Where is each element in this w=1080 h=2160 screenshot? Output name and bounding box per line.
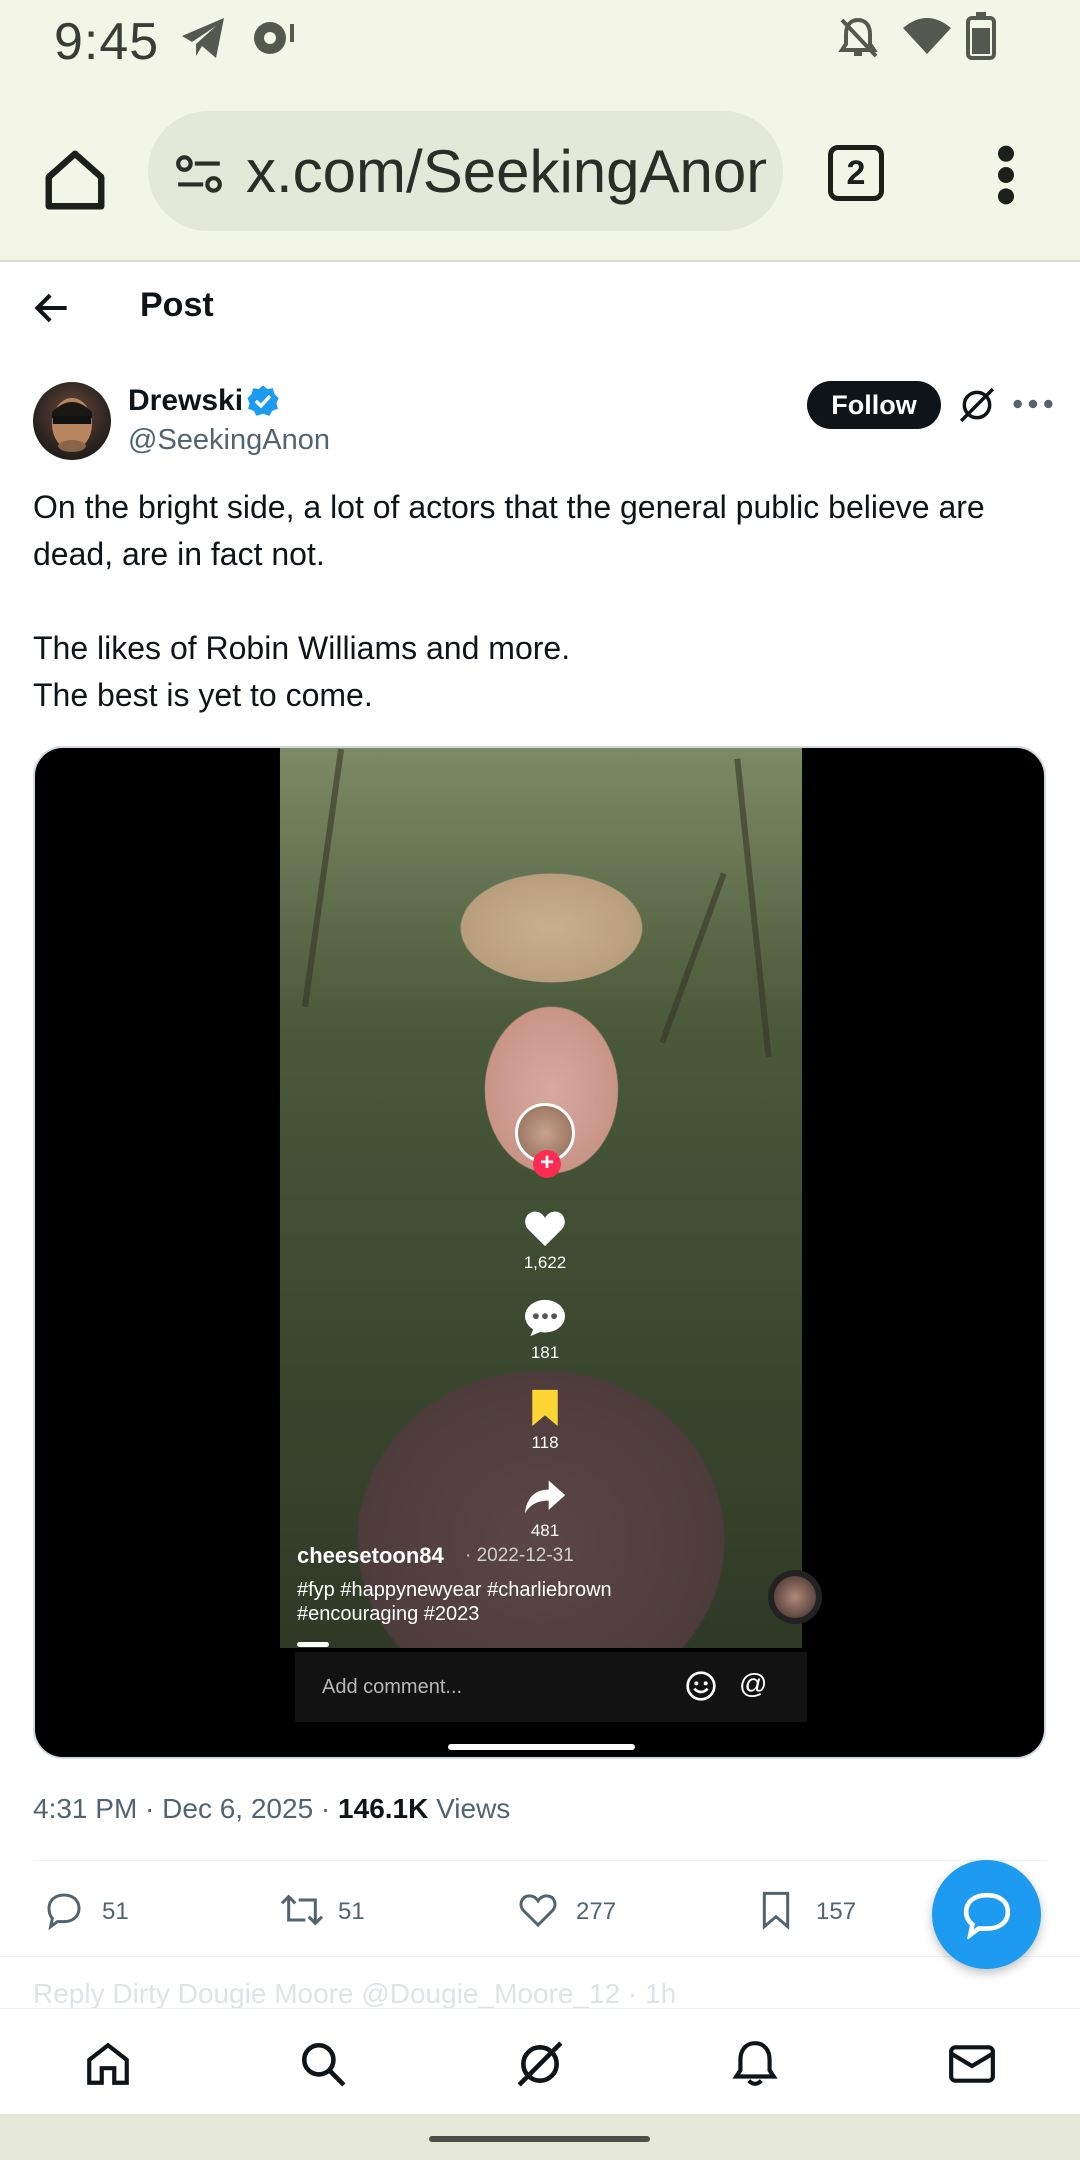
post-meta: 4:31 PM · Dec 6, 2025 · 146.1K Views — [33, 1793, 510, 1825]
save-count: 118 — [531, 1433, 559, 1452]
post-timestamp: 4:31 PM · Dec 6, 2025 · — [33, 1793, 339, 1824]
site-settings-icon[interactable] — [174, 149, 224, 199]
video-handle-bar — [448, 1744, 635, 1750]
bookmark-icon — [532, 1389, 558, 1427]
nav-home-icon[interactable] — [83, 2039, 133, 2089]
post-text: On the bright side, a lot of actors that… — [33, 489, 985, 713]
reply-count: 51 — [102, 1898, 129, 1925]
comment-count: 181 — [530, 1343, 560, 1362]
video-progress[interactable] — [297, 1642, 329, 1647]
music-disc-icon[interactable] — [768, 1570, 822, 1624]
home-icon[interactable] — [40, 145, 110, 215]
browser-toolbar: x.com/SeekingAnon 2 — [0, 95, 1080, 262]
chat-bubble-icon — [963, 1892, 1011, 1939]
comment-stat[interactable]: 181 — [505, 1298, 585, 1363]
system-gesture-area — [0, 2114, 1080, 2160]
compose-reply-button[interactable] — [932, 1860, 1041, 1969]
nav-search-icon[interactable] — [298, 2039, 348, 2089]
comment-bubble-icon — [525, 1299, 565, 1337]
emoji-icon[interactable] — [685, 1670, 717, 1702]
avatar[interactable] — [33, 382, 111, 460]
url-text[interactable]: x.com/SeekingAnon — [246, 137, 766, 206]
follow-plus-icon[interactable]: + — [533, 1150, 561, 1178]
follow-button[interactable]: Follow — [807, 381, 941, 429]
video-hashtags[interactable]: #fyp #happynewyear #charliebrown #encour… — [297, 1578, 677, 1626]
heart-icon — [525, 1211, 565, 1247]
action-bar: 51 51 277 157 — [0, 1880, 1080, 1940]
post-header: Post — [0, 262, 1080, 354]
reply-icon — [47, 1893, 81, 1930]
page-title: Post — [140, 286, 214, 324]
author-name[interactable]: Drewski — [128, 384, 243, 418]
tree-branch — [301, 748, 345, 1008]
views-count: 146.1K — [338, 1793, 429, 1824]
tab-switcher-button[interactable]: 2 — [828, 145, 884, 201]
wifi-icon — [903, 18, 951, 54]
divider — [0, 1956, 1080, 1957]
status-time: 9:45 — [54, 13, 160, 71]
views-label: Views — [428, 1793, 511, 1824]
more-options-icon[interactable] — [1010, 392, 1056, 416]
repost-count: 51 — [338, 1898, 365, 1925]
telegram-icon — [182, 18, 224, 58]
video-username[interactable]: cheesetoon84 — [297, 1543, 444, 1569]
battery-icon — [966, 12, 996, 60]
bookmark-count: 157 — [816, 1898, 857, 1925]
reply-preview: Reply Dirty Dougie Moore @Dougie_Moore_1… — [33, 1978, 677, 2009]
verified-badge-icon — [247, 385, 279, 416]
back-arrow-icon[interactable] — [30, 286, 74, 330]
notification-dot-icon — [254, 22, 294, 54]
avatar-illustration — [52, 398, 92, 452]
video-player[interactable]: + 1,622 181 118 481 cheesetoon84 · 2022-… — [33, 746, 1046, 1759]
share-stat[interactable]: 481 — [505, 1478, 585, 1541]
nav-messages-icon[interactable] — [947, 2039, 997, 2089]
mention-icon[interactable]: @ — [739, 1668, 767, 1700]
bell-off-icon — [838, 17, 878, 58]
author-handle[interactable]: @SeekingAnon — [128, 424, 330, 457]
divider — [33, 1860, 1047, 1861]
tree-branch — [734, 758, 772, 1058]
grok-icon[interactable] — [958, 386, 996, 424]
share-count: 481 — [530, 1521, 560, 1540]
like-count: 1,622 — [523, 1253, 567, 1272]
address-bar[interactable]: x.com/SeekingAnon — [148, 111, 783, 231]
comment-input[interactable]: Add comment... — [322, 1676, 462, 1699]
video-date: · 2022-12-31 — [465, 1545, 574, 1566]
nav-notifications-icon[interactable] — [730, 2039, 780, 2089]
gesture-bar[interactable] — [429, 2136, 650, 2142]
overflow-menu-icon[interactable] — [988, 143, 1024, 207]
like-count-post: 277 — [576, 1898, 617, 1925]
like-stat[interactable]: 1,622 — [505, 1208, 585, 1273]
nav-grok-icon[interactable] — [515, 2039, 565, 2089]
tree-branch — [659, 872, 727, 1044]
share-arrow-icon — [524, 1480, 566, 1514]
status-bar: 9:45 — [0, 0, 1080, 95]
bookmark-outline-icon — [762, 1891, 790, 1930]
heart-outline-icon — [519, 1894, 557, 1928]
bottom-navigation — [0, 2008, 1080, 2115]
repost-icon — [280, 1894, 324, 1926]
save-stat[interactable]: 118 — [505, 1388, 585, 1453]
